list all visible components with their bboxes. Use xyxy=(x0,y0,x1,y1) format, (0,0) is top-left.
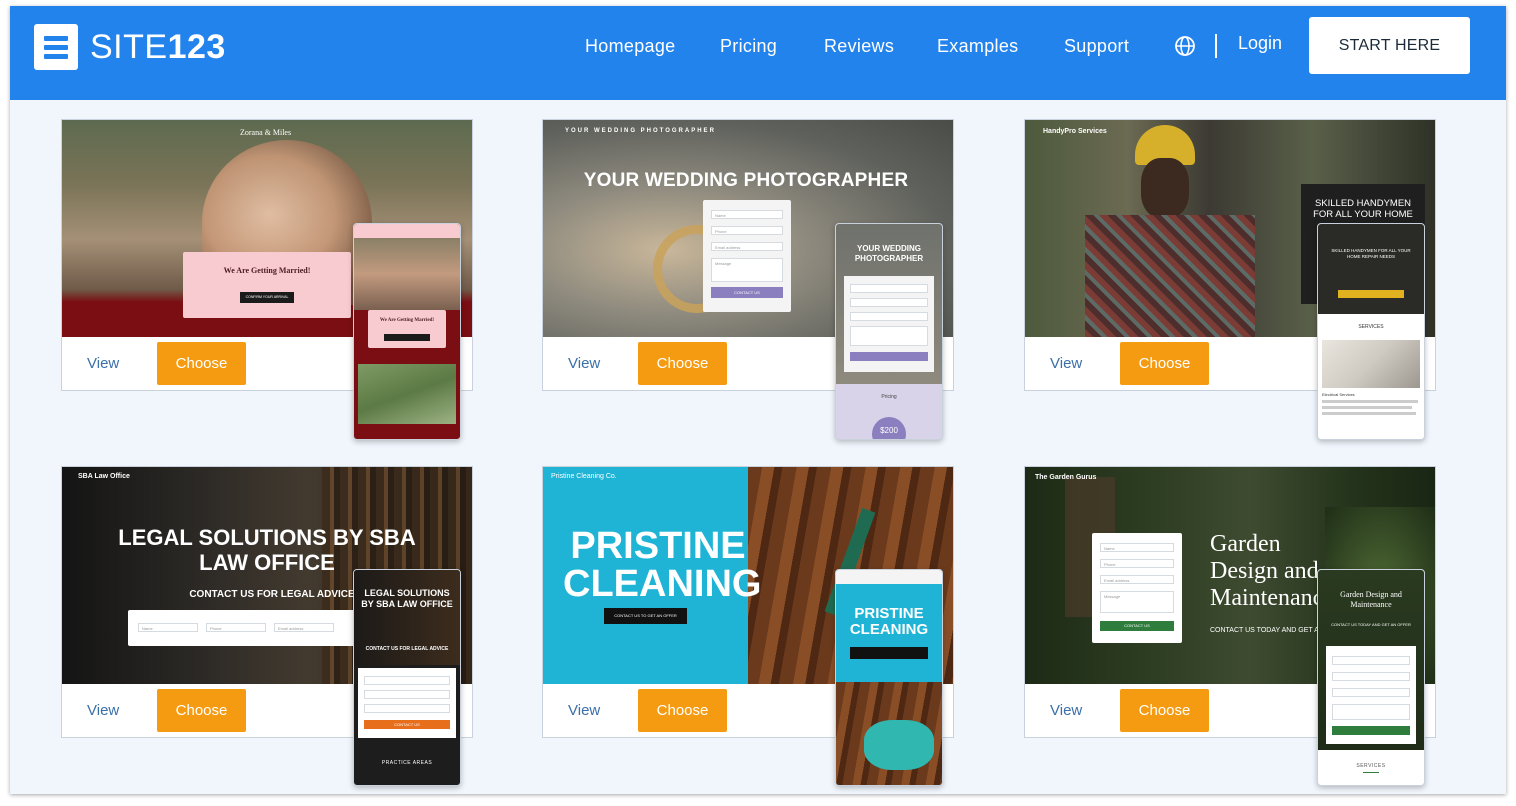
template-headline: YOUR WEDDING PHOTOGRAPHER xyxy=(583,170,909,191)
mobile-preview-wedding-invitation: We Are Getting Married! xyxy=(353,223,461,440)
mobile-invite-headline: We Are Getting Married! xyxy=(379,318,435,323)
mobile-price: $200 xyxy=(880,426,898,435)
view-link[interactable]: View xyxy=(1050,702,1082,719)
mobile-preview-law-office: LEGAL SOLUTIONS BY SBA LAW OFFICE CONTAC… xyxy=(353,569,461,786)
site123-logo[interactable]: SITE123 xyxy=(34,23,226,71)
template-brand: HandyPro Services xyxy=(1043,128,1107,135)
template-headline: SKILLED HANDYMEN FOR ALL YOUR HOME xyxy=(1313,198,1413,220)
view-link[interactable]: View xyxy=(568,355,600,372)
nav-divider xyxy=(1215,34,1217,58)
mobile-preview-garden: Garden Design and Maintenance CONTACT US… xyxy=(1317,569,1425,786)
mobile-headline: YOUR WEDDING PHOTOGRAPHER xyxy=(854,244,924,263)
invite-box: We Are Getting Married! CONFIRM YOUR ARR… xyxy=(183,252,351,318)
mobile-headline: LEGAL SOLUTIONS BY SBA LAW OFFICE xyxy=(361,588,453,609)
choose-button[interactable]: Choose xyxy=(157,689,246,732)
invite-button: CONFIRM YOUR ARRIVAL xyxy=(240,292,294,303)
view-link[interactable]: View xyxy=(568,702,600,719)
contact-form-preview: Name Phone Email address Message CONTACT… xyxy=(1092,533,1182,643)
mobile-services-heading: SERVICES xyxy=(1356,763,1386,769)
nav-pricing[interactable]: Pricing xyxy=(720,33,777,59)
template-subheadline: CONTACT US TODAY AND GET AN OFFER xyxy=(1210,627,1325,634)
login-link[interactable]: Login xyxy=(1238,33,1282,54)
contact-form-preview: Name Phone Email address Message CONTACT… xyxy=(703,200,791,312)
template-brand: SBA Law Office xyxy=(78,473,130,480)
mobile-subheadline: CONTACT US FOR LEGAL ADVICE xyxy=(365,646,449,652)
nav-reviews[interactable]: Reviews xyxy=(824,33,894,59)
choose-button[interactable]: Choose xyxy=(638,342,727,385)
mobile-preview-handyman: SKILLED HANDYMEN FOR ALL YOUR HOME REPAI… xyxy=(1317,223,1425,440)
template-brand: The Garden Gurus xyxy=(1035,474,1097,481)
template-brand: YOUR WEDDING PHOTOGRAPHER xyxy=(565,128,716,134)
mobile-preview-wedding-photographer: YOUR WEDDING PHOTOGRAPHER Pricing $200 xyxy=(835,223,943,440)
mobile-practice-areas: PRACTICE AREAS xyxy=(381,760,433,766)
logo-text: SITE123 xyxy=(90,27,226,66)
template-headline: LEGAL SOLUTIONS BY SBA LAW OFFICE xyxy=(118,525,416,575)
choose-button[interactable]: Choose xyxy=(1120,689,1209,732)
mobile-service-name: Electrical Services xyxy=(1322,392,1355,397)
start-here-button[interactable]: START HERE xyxy=(1309,17,1470,74)
view-link[interactable]: View xyxy=(1050,355,1082,372)
mobile-services-heading: SERVICES xyxy=(1358,324,1384,330)
mobile-headline: Garden Design and Maintenance xyxy=(1340,590,1402,609)
nav-examples[interactable]: Examples xyxy=(937,33,1018,59)
mobile-pricing-label: Pricing xyxy=(881,394,897,400)
nav-homepage[interactable]: Homepage xyxy=(585,33,675,59)
template-headline: PRISTINE CLEANING xyxy=(563,525,762,605)
top-navigation-bar: SITE123 Homepage Pricing Reviews Example… xyxy=(10,6,1506,100)
template-cta: CONTACT US TO GET AN OFFER xyxy=(604,608,687,624)
logo-icon xyxy=(34,24,78,70)
choose-button[interactable]: Choose xyxy=(638,689,727,732)
template-brand: Pristine Cleaning Co. xyxy=(551,473,617,480)
template-headline: Garden Design and Maintenance xyxy=(1210,531,1334,611)
view-link[interactable]: View xyxy=(87,355,119,372)
choose-button[interactable]: Choose xyxy=(157,342,246,385)
mobile-headline: PRISTINE CLEANING xyxy=(849,605,929,638)
invite-headline: We Are Getting Married! xyxy=(223,266,311,275)
choose-button[interactable]: Choose xyxy=(1120,342,1209,385)
mobile-subheadline: CONTACT US TODAY AND GET AN OFFER xyxy=(1331,622,1411,627)
nav-support[interactable]: Support xyxy=(1064,33,1129,59)
mobile-preview-cleaning: PRISTINE CLEANING xyxy=(835,569,943,786)
mobile-headline: SKILLED HANDYMEN FOR ALL YOUR HOME REPAI… xyxy=(1331,248,1411,259)
globe-icon[interactable] xyxy=(1174,35,1196,57)
view-link[interactable]: View xyxy=(87,702,119,719)
browser-viewport: SITE123 Homepage Pricing Reviews Example… xyxy=(10,6,1506,794)
template-brand: Zorana & Miles xyxy=(240,128,292,137)
